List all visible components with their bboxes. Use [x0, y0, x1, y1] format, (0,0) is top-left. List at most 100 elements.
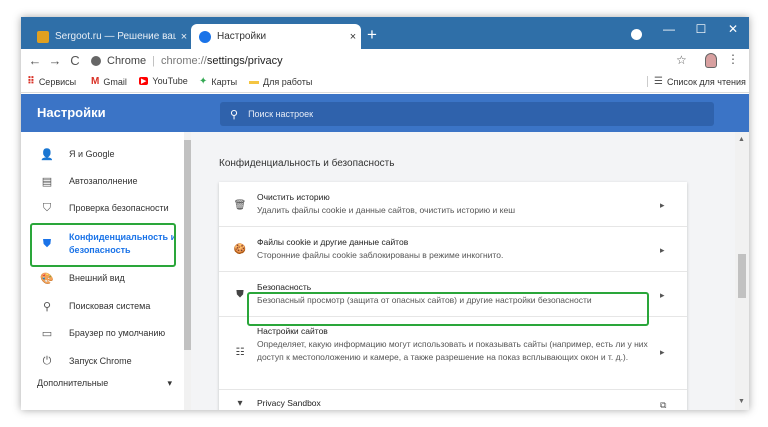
sidebar-advanced-toggle[interactable]: Дополнительные ▾: [37, 378, 172, 389]
tab-close-icon[interactable]: ×: [176, 31, 192, 43]
chevron-right-icon: ▸: [660, 200, 665, 210]
row-description: Удалить файлы cookie и данные сайтов, оч…: [257, 205, 516, 215]
sidebar-item-label: Браузер по умолчанию: [69, 328, 166, 338]
avatar[interactable]: [705, 53, 717, 68]
apps-grid-icon: ⠿: [27, 76, 35, 87]
bookmark-label: Сервисы: [38, 76, 77, 87]
row-description: Сторонние файлы cookie заблокированы в р…: [257, 250, 504, 260]
maps-icon: ✦: [199, 76, 208, 87]
person-icon: 👤: [40, 148, 54, 161]
search-icon: ⚲: [42, 300, 52, 313]
row-site-settings[interactable]: ☷ Настройки сайтов Определяет, какую инф…: [219, 317, 687, 390]
forward-button[interactable]: →: [45, 53, 65, 68]
url-scheme: chrome://: [160, 54, 207, 67]
new-tab-button[interactable]: +: [367, 25, 377, 45]
row-title: Очистить историю: [257, 192, 330, 202]
bookmark-maps[interactable]: ✦ Карты: [199, 76, 237, 87]
sidebar-item-label: Проверка безопасности: [69, 203, 169, 213]
sidebar-advanced-label: Дополнительные: [37, 378, 109, 388]
sidebar-item-on-startup[interactable]: ⏻ Запуск Chrome: [21, 353, 181, 369]
chevron-down-icon: ▾: [237, 398, 243, 409]
search-settings-input[interactable]: ⚲ Поиск настроек: [220, 102, 714, 126]
address-bar[interactable]: Chrome | chrome:// settings/privacy: [91, 52, 687, 69]
sidebar-scrollbar[interactable]: [184, 132, 191, 410]
page-title: Настройки: [37, 105, 106, 120]
search-icon: ⚲: [230, 108, 239, 121]
highlight-box-sidebar: [30, 223, 176, 267]
main-scroll-thumb[interactable]: [738, 254, 746, 298]
highlight-box-security: [247, 292, 649, 326]
row-description: Определяет, какую информацию могут испол…: [257, 339, 648, 362]
bookmark-folder-work[interactable]: ▬ Для работы: [249, 76, 312, 87]
shield-icon: ⛊: [236, 289, 244, 300]
external-link-icon: ⧉: [660, 400, 667, 410]
close-window-button[interactable]: ✕: [719, 22, 747, 36]
row-title: Файлы cookie и другие данные сайтов: [257, 237, 409, 247]
chevron-down-icon: ▾: [167, 378, 172, 388]
main-scrollbar[interactable]: ▲ ▼: [735, 132, 749, 410]
site-name: Chrome: [107, 54, 147, 67]
site-favicon-icon: [37, 30, 49, 43]
profile-menu-icon[interactable]: [631, 29, 642, 40]
maximize-button[interactable]: ☐: [687, 22, 715, 36]
bookmark-gmail[interactable]: M Gmail: [91, 76, 127, 87]
minimize-button[interactable]: —: [655, 22, 683, 36]
sidebar-item-autofill[interactable]: ▤ Автозаполнение: [21, 173, 181, 189]
row-title: Privacy Sandbox: [257, 398, 321, 408]
power-icon: ⏻: [42, 354, 52, 367]
settings-gear-icon: [199, 30, 211, 43]
chevron-right-icon: ▸: [660, 245, 665, 255]
reload-button[interactable]: C: [65, 53, 85, 68]
reading-list[interactable]: ☰ Список для чтения: [647, 76, 746, 87]
shield-check-icon: ⛉: [42, 201, 52, 214]
settings-header: Настройки ⚲ Поиск настроек: [21, 94, 749, 132]
palette-icon: 🎨: [40, 272, 54, 285]
chrome-secure-icon: [91, 55, 101, 66]
sidebar-item-you-and-google[interactable]: 👤 Я и Google: [21, 146, 181, 162]
menu-kebab-icon[interactable]: ⋮: [727, 52, 739, 66]
browser-window: Sergoot.ru — Решение ваших п × Настройки…: [21, 17, 749, 410]
sidebar-item-search-engine[interactable]: ⚲ Поисковая система: [21, 298, 181, 314]
browser-window-icon: ▭: [41, 327, 53, 340]
back-button[interactable]: ←: [25, 53, 45, 68]
sliders-icon: ☷: [235, 347, 245, 358]
sidebar-item-default-browser[interactable]: ▭ Браузер по умолчанию: [21, 325, 181, 341]
tab-title: Настройки: [217, 31, 267, 42]
reading-list-label: Список для чтения: [666, 76, 746, 87]
autofill-icon: ▤: [41, 175, 53, 188]
folder-icon: ▬: [249, 76, 259, 87]
scroll-down-icon[interactable]: ▼: [738, 398, 745, 405]
title-bar: Sergoot.ru — Решение ваших п × Настройки…: [21, 17, 749, 49]
reading-list-icon: ☰: [647, 76, 663, 87]
tab-close-icon[interactable]: ×: [345, 31, 361, 43]
bookmark-star-icon[interactable]: ☆: [676, 53, 687, 67]
youtube-icon: ▶: [139, 77, 149, 85]
sidebar-item-label: Поисковая система: [69, 301, 151, 311]
address-separator: |: [152, 54, 155, 67]
gmail-icon: M: [91, 76, 100, 87]
search-placeholder: Поиск настроек: [248, 109, 314, 119]
cookie-icon: 🍪: [233, 244, 247, 255]
bookmark-apps[interactable]: ⠿ Сервисы: [27, 76, 76, 87]
sidebar-item-label: Запуск Chrome: [69, 356, 132, 366]
row-clear-history[interactable]: 🗑 Очистить историю Удалить файлы cookie …: [219, 182, 687, 227]
sidebar-item-safety-check[interactable]: ⛉ Проверка безопасности: [21, 200, 181, 216]
settings-main: Конфиденциальность и безопасность 🗑 Очис…: [191, 132, 749, 410]
bookmark-label: Gmail: [103, 76, 127, 87]
sidebar-scroll-thumb[interactable]: [184, 140, 191, 350]
row-cookies[interactable]: 🍪 Файлы cookie и другие данные сайтов Ст…: [219, 227, 687, 272]
url-path: settings/privacy: [206, 54, 283, 67]
bookmark-label: Для работы: [263, 76, 313, 87]
browser-toolbar: ← → C Chrome | chrome:// settings/privac…: [21, 49, 749, 72]
tab-title: Sergoot.ru — Решение ваших п: [55, 31, 176, 42]
row-privacy-sandbox[interactable]: ▾ Privacy Sandbox ⧉: [219, 390, 687, 410]
sidebar-item-appearance[interactable]: 🎨 Внешний вид: [21, 270, 181, 286]
tab-settings[interactable]: Настройки ×: [191, 24, 361, 49]
bookmark-youtube[interactable]: ▶ YouTube: [139, 76, 188, 86]
row-title: Безопасность: [257, 282, 312, 292]
sidebar-item-label: Внешний вид: [69, 273, 125, 283]
sidebar-item-label: Автозаполнение: [69, 176, 138, 186]
scroll-up-icon[interactable]: ▲: [738, 136, 745, 143]
sidebar-item-label: Я и Google: [69, 149, 115, 159]
tab-sergoot[interactable]: Sergoot.ru — Решение ваших п ×: [29, 24, 192, 49]
